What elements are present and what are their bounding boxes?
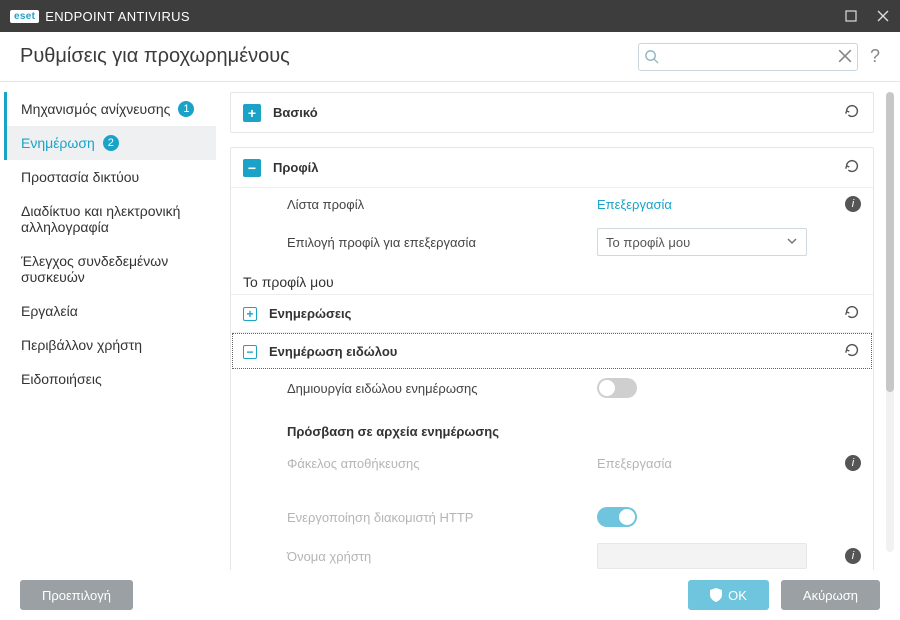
create-mirror-toggle[interactable] (597, 378, 637, 398)
row-profile-list: Λίστα προφίλ Επεξεργασία i (231, 188, 873, 220)
clear-search-icon[interactable] (838, 49, 852, 66)
subsection-title: Ενημέρωση ειδώλου (269, 344, 397, 359)
cancel-button[interactable]: Ακύρωση (781, 580, 880, 610)
subsection-title: Ενημερώσεις (269, 306, 351, 321)
chevron-down-icon (786, 235, 798, 250)
panel-title: Προφίλ (273, 160, 319, 175)
search-box[interactable] (638, 43, 858, 71)
edit-profile-list-link[interactable]: Επεξεργασία (597, 197, 672, 212)
current-profile-label: Το προφίλ μου (231, 264, 873, 294)
revert-icon[interactable] (843, 341, 861, 362)
sidebar-item-label: Περιβάλλον χρήστη (21, 337, 142, 353)
expand-icon: + (243, 104, 261, 122)
sidebar-item-label: Ειδοποιήσεις (21, 371, 102, 387)
revert-icon[interactable] (843, 303, 861, 324)
row-create-mirror: Δημιουργία ειδώλου ενημέρωσης (231, 370, 873, 406)
sidebar-item-update[interactable]: Ενημέρωση 2 (4, 126, 216, 160)
sidebar-item-ui[interactable]: Περιβάλλον χρήστη (4, 328, 216, 362)
row-storage-folder: Φάκελος αποθήκευσης Επεξεργασία i (231, 447, 873, 479)
username-input[interactable] (597, 543, 807, 569)
shield-icon (710, 588, 722, 602)
help-button[interactable]: ? (870, 46, 880, 67)
brand: eset ENDPOINT ANTIVIRUS (10, 9, 190, 24)
window-controls (844, 9, 890, 23)
sidebar-item-detection[interactable]: Μηχανισμός ανίχνευσης 1 (4, 92, 216, 126)
scrollbar-thumb[interactable] (886, 92, 894, 392)
subsection-mirror[interactable]: − Ενημέρωση ειδώλου (231, 332, 873, 370)
search-icon (644, 49, 659, 67)
revert-icon[interactable] (843, 102, 861, 123)
titlebar: eset ENDPOINT ANTIVIRUS (0, 0, 900, 32)
page-title: Ρυθμίσεις για προχωρημένους (20, 45, 290, 68)
collapse-icon: − (243, 345, 257, 359)
sidebar-item-label: Εργαλεία (21, 303, 78, 319)
info-icon[interactable]: i (845, 196, 861, 212)
row-http-server: Ενεργοποίηση διακομιστή HTTP (231, 499, 873, 535)
sidebar-badge: 1 (178, 101, 194, 117)
expand-icon: + (243, 307, 257, 321)
access-files-title: Πρόσβαση σε αρχεία ενημέρωσης (231, 406, 873, 447)
sidebar-item-network[interactable]: Προστασία δικτύου (4, 160, 216, 194)
sidebar-item-notifications[interactable]: Ειδοποιήσεις (4, 362, 216, 396)
sidebar: Μηχανισμός ανίχνευσης 1 Ενημέρωση 2 Προσ… (0, 82, 220, 570)
info-icon[interactable]: i (845, 548, 861, 564)
brand-badge: eset (10, 10, 39, 23)
default-button[interactable]: Προεπιλογή (20, 580, 133, 610)
close-button[interactable] (876, 9, 890, 23)
info-icon[interactable]: i (845, 455, 861, 471)
sidebar-badge: 2 (103, 135, 119, 151)
panel-profile: − Προφίλ Λίστα προφίλ Επεξεργασία i Επιλ… (230, 147, 874, 570)
panel-profile-header[interactable]: − Προφίλ (231, 148, 873, 188)
sidebar-item-label: Ενημέρωση (21, 135, 95, 151)
revert-icon[interactable] (843, 157, 861, 178)
sidebar-item-label: Διαδίκτυο και ηλεκτρονική αλληλογραφία (21, 203, 202, 235)
row-label: Όνομα χρήστη (287, 549, 587, 564)
sidebar-item-device-control[interactable]: Έλεγχος συνδεδεμένων συσκευών (4, 244, 216, 294)
main-content: + Βασικό − Προφίλ Λίστα προφίλ (220, 82, 900, 570)
subsection-updates[interactable]: + Ενημερώσεις (231, 294, 873, 332)
subheader: Ρυθμίσεις για προχωρημένους ? (0, 32, 900, 82)
panel-title: Βασικό (273, 105, 318, 120)
row-label: Λίστα προφίλ (287, 197, 587, 212)
footer: Προεπιλογή OK Ακύρωση (0, 570, 900, 620)
profile-select[interactable]: Το προφίλ μου (597, 228, 807, 256)
panel-basic-header[interactable]: + Βασικό (231, 93, 873, 132)
sidebar-item-label: Μηχανισμός ανίχνευσης (21, 101, 170, 117)
sidebar-item-web-email[interactable]: Διαδίκτυο και ηλεκτρονική αλληλογραφία (4, 194, 216, 244)
scrollbar[interactable] (886, 92, 894, 552)
sidebar-item-label: Έλεγχος συνδεδεμένων συσκευών (21, 253, 202, 285)
row-profile-select: Επιλογή προφίλ για επεξεργασία Το προφίλ… (231, 220, 873, 264)
product-name: ENDPOINT ANTIVIRUS (45, 9, 190, 24)
panel-basic: + Βασικό (230, 92, 874, 133)
collapse-icon: − (243, 159, 261, 177)
row-label: Δημιουργία ειδώλου ενημέρωσης (287, 381, 587, 396)
row-label: Ενεργοποίηση διακομιστή HTTP (287, 510, 587, 525)
select-value: Το προφίλ μου (606, 235, 690, 250)
row-username: Όνομα χρήστη i (231, 535, 873, 570)
search-input[interactable] (638, 43, 858, 71)
http-server-toggle[interactable] (597, 507, 637, 527)
row-label: Φάκελος αποθήκευσης (287, 456, 587, 471)
maximize-button[interactable] (844, 9, 858, 23)
sidebar-item-tools[interactable]: Εργαλεία (4, 294, 216, 328)
row-label: Επιλογή προφίλ για επεξεργασία (287, 235, 587, 250)
ok-button[interactable]: OK (688, 580, 769, 610)
edit-folder-link: Επεξεργασία (597, 456, 672, 471)
sidebar-item-label: Προστασία δικτύου (21, 169, 139, 185)
